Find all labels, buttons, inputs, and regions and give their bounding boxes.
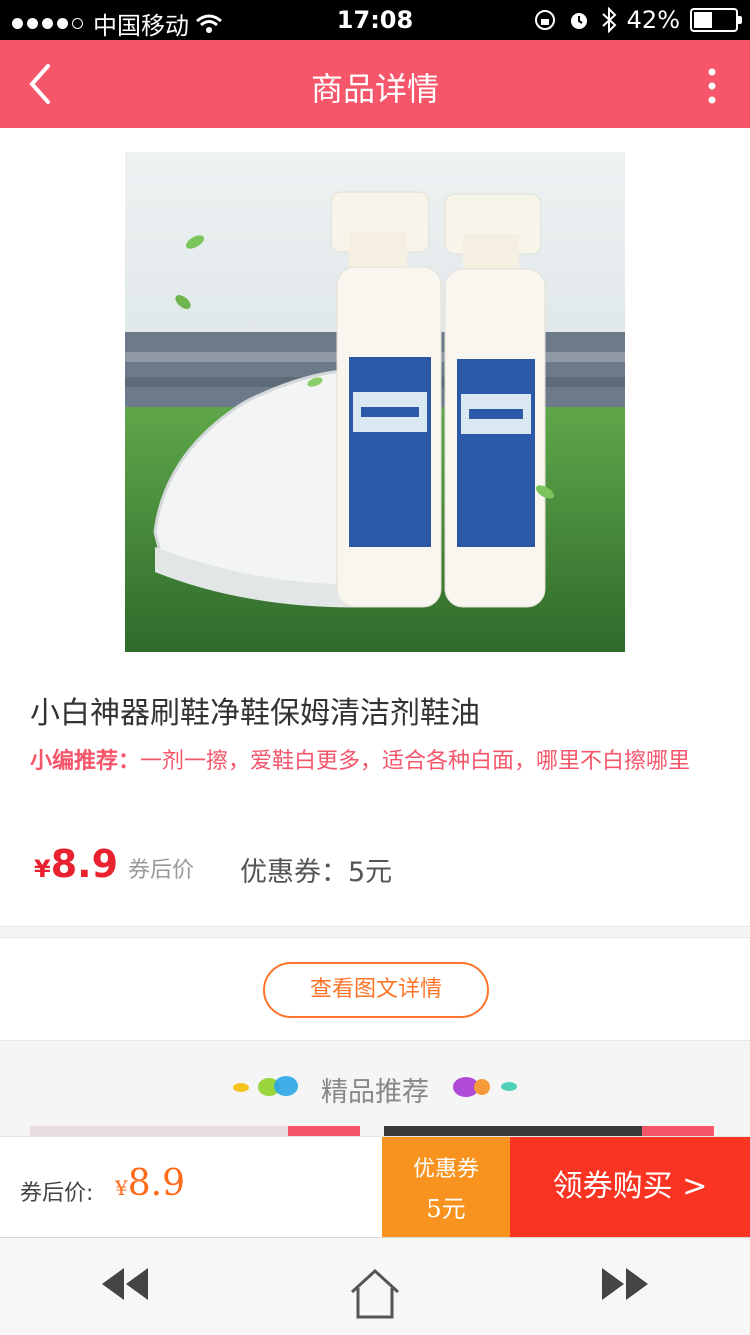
rewind-icon[interactable] (100, 1266, 150, 1302)
status-bar: 中国移动 17:08 42% (0, 0, 750, 40)
battery-icon (690, 8, 742, 32)
recommend-title: 精品推荐 (321, 1077, 429, 1108)
price-label: 券后价 (128, 858, 195, 883)
editor-recommendation: 小编推荐：一剂一擦，爱鞋白更多，适合各种白面，哪里不白擦哪里 (30, 740, 720, 784)
coupon-box-amount: 5元 (426, 1195, 466, 1223)
browser-toolbar (0, 1237, 750, 1335)
rotation-lock-icon (534, 10, 555, 30)
view-details-button[interactable]: 查看图文详情 (263, 962, 489, 1018)
product-price: ¥8.9 (34, 842, 118, 886)
nav-bar: 商品详情 (0, 40, 750, 128)
buy-bar: 券后价: ¥8.9 优惠券 5元 领券购买 > (0, 1136, 750, 1237)
battery-percent: 42% (626, 6, 680, 34)
coupon-box-title: 优惠券 (412, 1157, 479, 1182)
product-image[interactable] (125, 152, 625, 652)
status-right: 42% (533, 6, 742, 34)
price-value: 8.9 (50, 842, 119, 886)
divider (0, 926, 750, 938)
forward-icon[interactable] (600, 1266, 650, 1302)
currency-symbol: ¥ (34, 855, 51, 883)
reco-text: 一剂一擦，爱鞋白更多，适合各种白面，哪里不白擦哪里 (140, 749, 691, 774)
reco-label: 小编推荐： (30, 749, 141, 774)
buybar-price: ¥8.9 (115, 1163, 185, 1204)
home-icon[interactable] (348, 1268, 402, 1320)
get-coupon-buy-button[interactable]: 领券购买 > (510, 1137, 750, 1237)
alarm-icon (570, 13, 587, 29)
more-icon[interactable] (704, 66, 720, 106)
coupon-amount: 优惠券：5元 (240, 857, 393, 888)
bluetooth-icon (601, 7, 617, 33)
buybar-currency: ¥ (115, 1176, 128, 1200)
buybar-price-value: 8.9 (127, 1163, 185, 1204)
buybar-price-label: 券后价: (20, 1181, 94, 1206)
decor-dot-icon (474, 1079, 490, 1095)
product-name: 小白神器刷鞋净鞋保姆清洁剂鞋油 (30, 696, 480, 731)
page-title: 商品详情 (310, 70, 439, 108)
decor-dot-icon (501, 1082, 517, 1091)
coupon-box[interactable]: 优惠券 5元 (382, 1137, 510, 1237)
